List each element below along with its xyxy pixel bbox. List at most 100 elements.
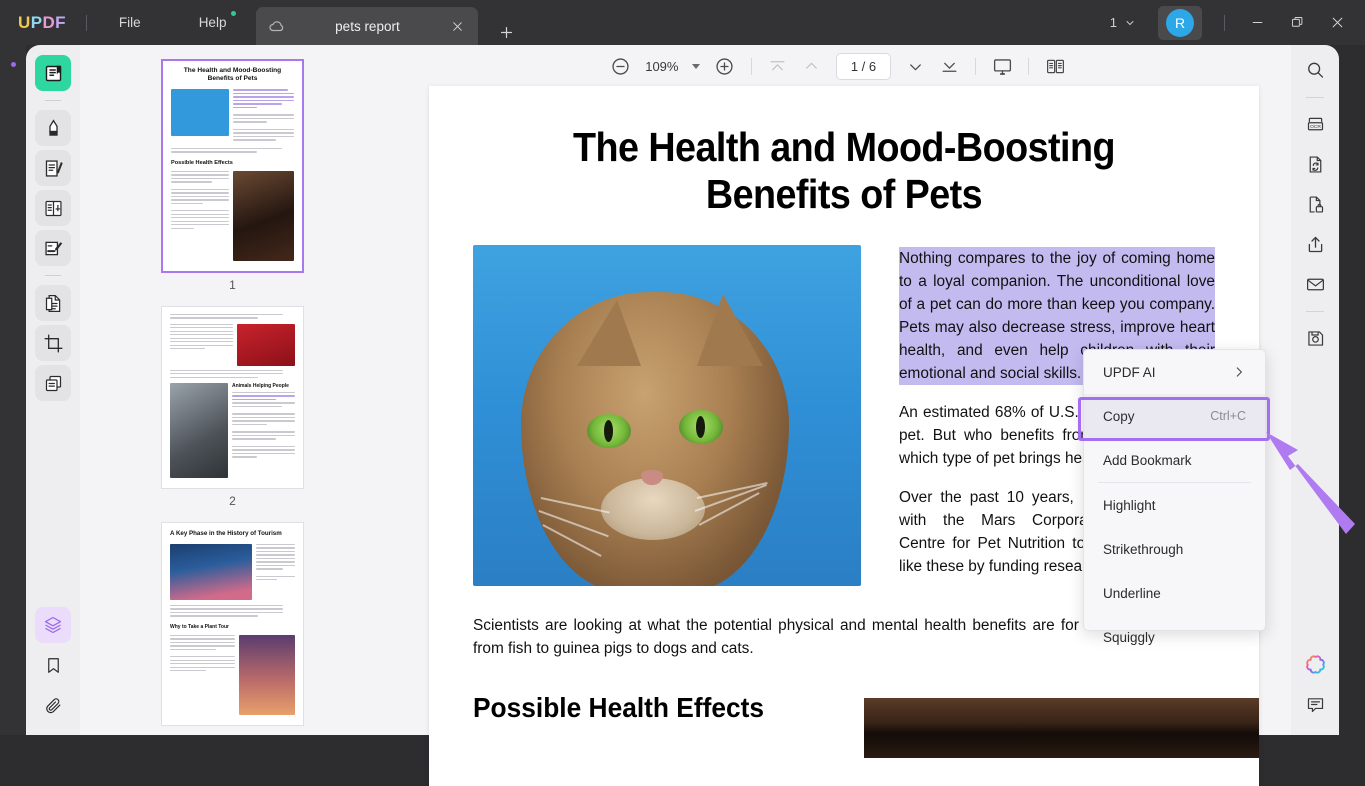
convert-pdf-tool[interactable] [35,285,71,321]
view-mode-button[interactable] [1038,49,1072,83]
thumb-number-2: 2 [229,493,236,508]
organize-pages-tool[interactable] [35,190,71,226]
page-indicator[interactable]: 1 / 6 [835,52,892,80]
email-tool[interactable] [1298,267,1332,301]
title-bar: UPDF File Help pets report 1 R [0,0,1365,45]
reader-tool[interactable] [35,55,71,91]
prev-page-button[interactable] [795,49,829,83]
first-page-icon [768,57,787,76]
page-title: The Health and Mood-Boosting Benefits of… [573,124,1115,217]
minimize-icon [1252,22,1262,23]
context-menu-item-updf-ai[interactable]: UPDF AI [1084,350,1265,394]
window-count-dropdown[interactable]: 1 [1110,15,1136,30]
batch-tool[interactable] [35,365,71,401]
thumbnail-page-2[interactable]: Animals Helping People 2 [161,305,304,508]
user-account-button[interactable]: R [1158,5,1202,40]
layers-panel[interactable] [35,607,71,643]
thumbnail-preview-2: Animals Helping People [161,305,304,489]
right-sidebar-bottom [1291,647,1339,727]
zoom-out-button[interactable] [604,49,638,83]
ocr-icon: OCR [1305,114,1326,135]
thumb-subhead-3: Why to Take a Plant Tour [170,623,229,630]
presentation-button[interactable] [985,49,1019,83]
close-window-button[interactable] [1317,0,1357,45]
presentation-icon [992,56,1013,77]
convert-tool[interactable] [1298,147,1332,181]
minimize-button[interactable] [1237,0,1277,45]
avatar: R [1166,8,1194,37]
right-divider-1 [1306,97,1324,98]
toolbar-divider-2 [975,57,977,75]
context-menu-item-squiggly[interactable]: Squiggly [1084,615,1265,659]
close-icon [1332,17,1342,28]
context-menu-item-add-bookmark[interactable]: Add Bookmark [1084,438,1265,482]
dogs-image [864,698,1259,759]
menu-file[interactable]: File [109,9,151,36]
attachments-panel[interactable] [35,687,71,723]
zoom-level-value[interactable]: 109% [642,59,682,74]
batch-pages-icon [43,373,64,394]
chevron-down-icon[interactable] [691,63,700,69]
zoom-in-button[interactable] [708,49,742,83]
toolbar-divider-3 [1028,57,1030,75]
floppy-save-icon [1305,328,1326,349]
share-upload-icon [1305,234,1326,255]
next-page-button[interactable] [898,49,932,83]
first-page-button[interactable] [761,49,795,83]
new-tab-button[interactable] [498,24,515,41]
chevron-right-icon [1232,365,1246,379]
comments-panel[interactable] [1298,687,1332,721]
svg-text:OCR: OCR [1310,124,1321,130]
search-icon [1305,60,1325,80]
thumbnail-page-3[interactable]: A Key Phase in the History of Tourism Wh… [161,521,304,726]
crop-icon [43,333,64,354]
thumb-subhead-2: Animals Helping People [232,382,289,389]
tool-divider-2 [45,275,61,276]
right-window-rail [1339,45,1365,735]
annotate-tool[interactable] [35,230,71,266]
thumbnail-page-1[interactable]: The Health and Mood-Boosting Benefits of… [161,59,304,292]
left-tool-sidebar [26,45,80,735]
tab-title: pets report [335,18,400,34]
context-menu-item-underline[interactable]: Underline [1084,571,1265,615]
context-menu[interactable]: UPDF AI Copy Ctrl+C Add Bookmark Highlig… [1078,349,1270,645]
context-menu-item-strikethrough[interactable]: Strikethrough [1084,527,1265,571]
tool-divider [45,100,61,101]
thumb-title-1: The Health and Mood-Boosting Benefits of… [183,67,282,83]
ocr-tool[interactable]: OCR [1298,107,1332,141]
last-page-button[interactable] [932,49,966,83]
window-controls-divider [1224,14,1225,31]
save-tool[interactable] [1298,321,1332,355]
highlighter-tool[interactable] [35,110,71,146]
ai-clover-icon [1304,653,1327,676]
logo-letter-p: P [30,12,43,32]
tab-pets-report[interactable]: pets report [256,7,479,45]
prev-page-icon [802,57,821,76]
window-controls-group: 1 R [1110,0,1365,45]
edit-pdf-tool[interactable] [35,150,71,186]
logo-letter-f: F [55,12,66,32]
search-tool[interactable] [1298,53,1332,87]
maximize-button[interactable] [1277,0,1317,45]
thumbnail-panel[interactable]: The Health and Mood-Boosting Benefits of… [80,45,385,735]
share-tool[interactable] [1298,227,1332,261]
envelope-icon [1305,274,1326,295]
ai-assistant[interactable] [1298,647,1332,681]
menu-help-label: Help [198,15,227,30]
annotate-pen-icon [43,238,64,259]
cloud-icon [268,17,286,35]
bookmarks-panel[interactable] [35,647,71,683]
close-icon[interactable] [451,20,464,33]
context-item-label: Add Bookmark [1103,452,1192,468]
menu-help[interactable]: Help [189,9,237,36]
thumbnail-preview-3: A Key Phase in the History of Tourism Wh… [161,521,304,726]
crop-tool[interactable] [35,325,71,361]
marker-pen-icon [43,118,64,139]
logo-letter-d: D [42,12,56,32]
context-menu-item-copy[interactable]: Copy Ctrl+C [1084,394,1265,438]
protect-tool[interactable] [1298,187,1332,221]
toolbar-divider-1 [750,57,752,75]
convert-file-icon [43,293,64,314]
context-menu-item-highlight[interactable]: Highlight [1084,483,1265,527]
window-count-value: 1 [1109,15,1117,30]
